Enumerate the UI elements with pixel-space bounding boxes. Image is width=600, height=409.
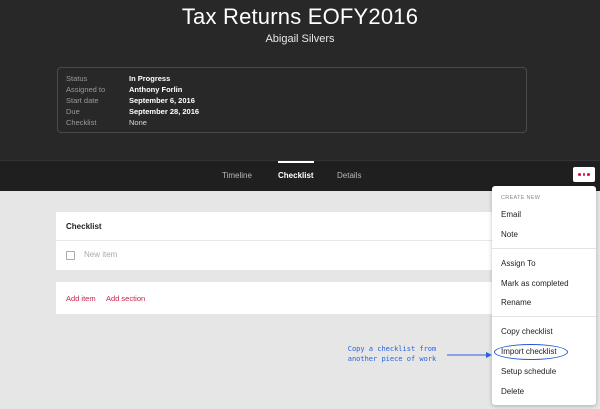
- new-item-checkbox[interactable]: [66, 251, 75, 260]
- checklist-card-title: Checklist: [66, 222, 102, 231]
- add-section-link[interactable]: Add section: [106, 294, 145, 303]
- checklist-actions-card: Add item Add section: [56, 282, 496, 314]
- more-actions-menu: CREATE NEW Email Note Assign To Mark as …: [492, 186, 596, 405]
- menu-item-delete[interactable]: Delete: [501, 387, 524, 396]
- annotation-arrow-icon: [447, 352, 492, 358]
- new-item-input[interactable]: New item: [84, 250, 117, 259]
- client-name[interactable]: Abigail Silvers: [0, 33, 600, 45]
- page-title: Tax Returns EOFY2016: [181, 4, 419, 29]
- tab-details[interactable]: Details: [337, 161, 361, 191]
- checklist-card: Checklist New item: [56, 212, 496, 270]
- menu-item-email[interactable]: Email: [501, 210, 521, 219]
- menu-item-note[interactable]: Note: [501, 230, 518, 239]
- menu-divider: [492, 248, 596, 249]
- menu-divider: [492, 316, 596, 317]
- tab-timeline[interactable]: Timeline: [222, 161, 252, 191]
- details-summary: Status In Progress Assigned to Anthony F…: [57, 67, 527, 133]
- menu-section-header: CREATE NEW: [501, 195, 541, 201]
- annotation-line: another piece of work: [347, 355, 437, 363]
- menu-item-assign-to[interactable]: Assign To: [501, 259, 536, 268]
- annotation-line: Copy a checklist from: [347, 345, 437, 353]
- divider: [56, 240, 496, 241]
- more-actions-button[interactable]: [573, 167, 595, 182]
- menu-item-setup-schedule[interactable]: Setup schedule: [501, 367, 556, 376]
- menu-item-copy-checklist[interactable]: Copy checklist: [501, 327, 553, 336]
- annotation-callout: Copy a checklist from another piece of w…: [338, 344, 446, 364]
- tab-checklist[interactable]: Checklist: [278, 161, 314, 191]
- add-item-link[interactable]: Add item: [66, 294, 96, 303]
- checklist-value: None: [129, 118, 147, 127]
- work-header: Tax Returns EOFY2016 Abigail Silvers Sta…: [0, 0, 600, 160]
- menu-item-rename[interactable]: Rename: [501, 298, 531, 307]
- more-dots-icon: [578, 173, 590, 176]
- menu-item-mark-completed[interactable]: Mark as completed: [501, 279, 569, 288]
- import-checklist-highlight: [494, 344, 568, 360]
- detail-label: Checklist: [66, 118, 97, 127]
